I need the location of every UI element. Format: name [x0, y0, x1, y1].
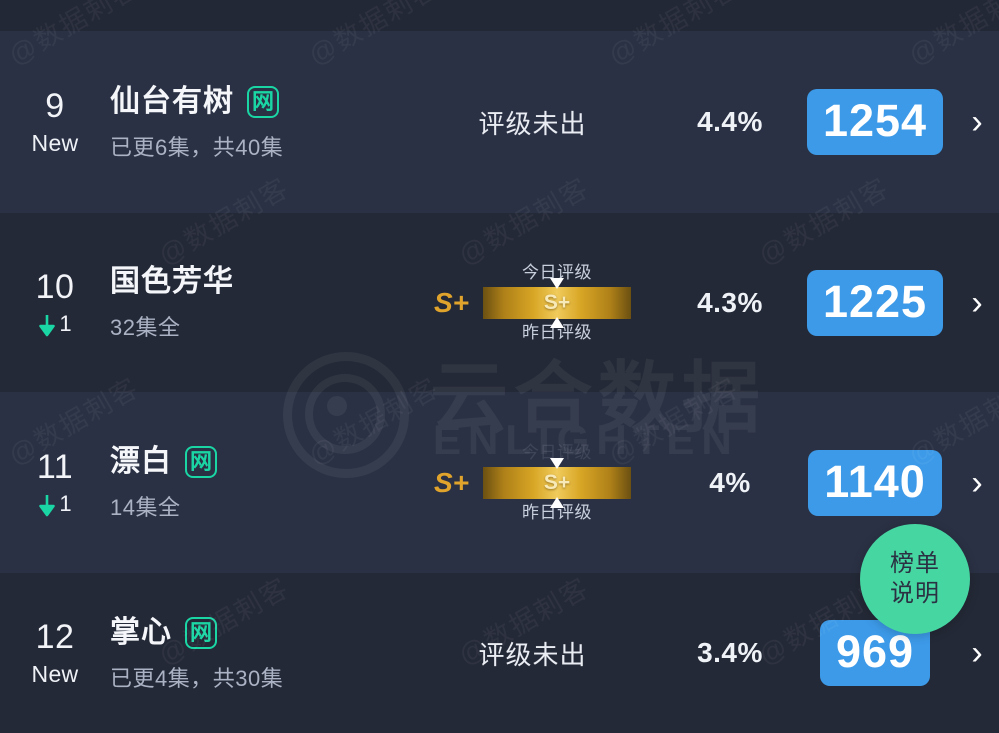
grade-bar: S+	[483, 277, 632, 328]
rank-column: 11 1	[0, 447, 110, 519]
show-title[interactable]: 漂白	[110, 443, 172, 481]
percent-value: 3.4%	[697, 637, 763, 668]
row-detail-link[interactable]: ›	[955, 636, 999, 670]
grade-widget: S+ 今日评级 S+ 昨日评级	[433, 443, 632, 523]
title-line: 仙台有树 网	[110, 83, 400, 121]
grade-widget: S+ 今日评级 S+ 昨日评级	[433, 263, 632, 343]
today-marker-icon	[550, 457, 565, 469]
rating-pending-text: 评级未出	[478, 639, 587, 670]
ranking-row-11[interactable]: 11 1 漂白 网 14集全 S+ 今日评级 S+ 昨日评级 4% 1140 ›	[0, 392, 999, 573]
title-column: 漂白 网 14集全	[110, 443, 400, 522]
rank-change: 1	[0, 489, 110, 519]
grade-bar-text: S+	[543, 470, 571, 494]
rating-column: S+ 今日评级 S+ 昨日评级	[400, 263, 665, 343]
rank-change: New	[0, 128, 110, 158]
grade-bar: S+	[483, 457, 632, 508]
show-title[interactable]: 国色芳华	[110, 263, 234, 301]
rank-number: 12	[35, 618, 75, 656]
arrow-down-icon	[38, 314, 56, 337]
score-column: 1254	[795, 89, 955, 155]
row-detail-link[interactable]: ›	[955, 286, 999, 320]
grade-letter: S+	[433, 466, 470, 498]
score-badge[interactable]: 1140	[808, 449, 942, 516]
episode-info: 已更6集，共40集	[110, 134, 284, 160]
rank-change-new-label: New	[31, 661, 79, 687]
ranking-row-10[interactable]: 10 1 国色芳华 32集全 S+ 今日评级 S+ 昨日评级 4.3% 1225…	[0, 213, 999, 392]
rating-column: 评级未出	[400, 635, 665, 672]
chevron-right-icon: ›	[971, 103, 983, 141]
ranking-row-9[interactable]: 9 New 仙台有树 网 已更6集，共40集 评级未出 4.4% 1254 ›	[0, 31, 999, 213]
rank-change: 1	[0, 309, 110, 339]
rank-change: New	[0, 659, 110, 689]
rating-column: S+ 今日评级 S+ 昨日评级	[400, 443, 665, 523]
episode-info: 32集全	[110, 315, 181, 340]
grade-letter: S+	[433, 286, 470, 318]
yesterday-marker-icon	[550, 316, 565, 328]
title-column: 掌心 网 已更4集，共30集	[110, 614, 400, 693]
web-series-badge-icon: 网	[185, 616, 217, 649]
rank-number: 10	[35, 267, 75, 306]
episode-info: 14集全	[110, 495, 181, 520]
row-detail-link[interactable]: ›	[955, 466, 999, 500]
rank-column: 10 1	[0, 267, 110, 339]
rank-change-value: 1	[59, 310, 72, 336]
score-badge[interactable]: 1254	[806, 89, 944, 155]
ranking-row-12[interactable]: 12 New 掌心 网 已更4集，共30集 评级未出 3.4% 969 ›	[0, 573, 999, 733]
score-badge[interactable]: 1225	[806, 269, 944, 336]
top-strip	[0, 0, 999, 31]
row-detail-link[interactable]: ›	[955, 105, 999, 139]
chevron-right-icon: ›	[971, 634, 983, 672]
score-column: 1225	[795, 269, 955, 336]
title-column: 仙台有树 网 已更6集，共40集	[110, 83, 400, 162]
grade-bar-text: S+	[543, 290, 571, 314]
rank-column: 12 New	[0, 617, 110, 689]
web-series-badge-icon: 网	[185, 446, 217, 478]
title-line: 漂白 网	[110, 443, 400, 481]
rank-change-new-label: New	[31, 130, 79, 156]
title-line: 国色芳华	[110, 263, 400, 301]
rating-column: 评级未出	[400, 104, 665, 141]
web-series-badge-icon: 网	[247, 85, 279, 118]
fab-label-line1: 榜单	[890, 550, 940, 577]
fab-label-line2: 说明	[890, 580, 940, 607]
show-title[interactable]: 仙台有树	[110, 83, 234, 121]
episode-info: 已更4集，共30集	[110, 665, 284, 691]
percent-value: 4%	[709, 466, 751, 498]
grade-bar-box: 今日评级 S+ 昨日评级	[483, 263, 632, 343]
percent-value: 4.3%	[697, 286, 763, 318]
today-marker-icon	[550, 277, 565, 289]
percent-value: 4.4%	[697, 106, 763, 137]
rank-change-value: 1	[59, 490, 72, 516]
arrow-down-icon	[38, 494, 56, 517]
ranking-list-screen: 9 New 仙台有树 网 已更6集，共40集 评级未出 4.4% 1254 › …	[0, 0, 999, 733]
rank-number: 9	[45, 87, 65, 125]
rank-column: 9 New	[0, 86, 110, 158]
show-title[interactable]: 掌心	[110, 614, 172, 652]
rating-pending-text: 评级未出	[478, 108, 587, 139]
ranking-explanation-button[interactable]: 榜单 说明	[860, 524, 970, 634]
title-line: 掌心 网	[110, 614, 400, 652]
chevron-right-icon: ›	[971, 283, 983, 322]
score-column: 1140	[795, 449, 955, 516]
title-column: 国色芳华 32集全	[110, 263, 400, 342]
rank-number: 11	[36, 447, 74, 486]
grade-bar-box: 今日评级 S+ 昨日评级	[483, 443, 632, 523]
chevron-right-icon: ›	[971, 463, 983, 502]
yesterday-marker-icon	[550, 496, 565, 508]
